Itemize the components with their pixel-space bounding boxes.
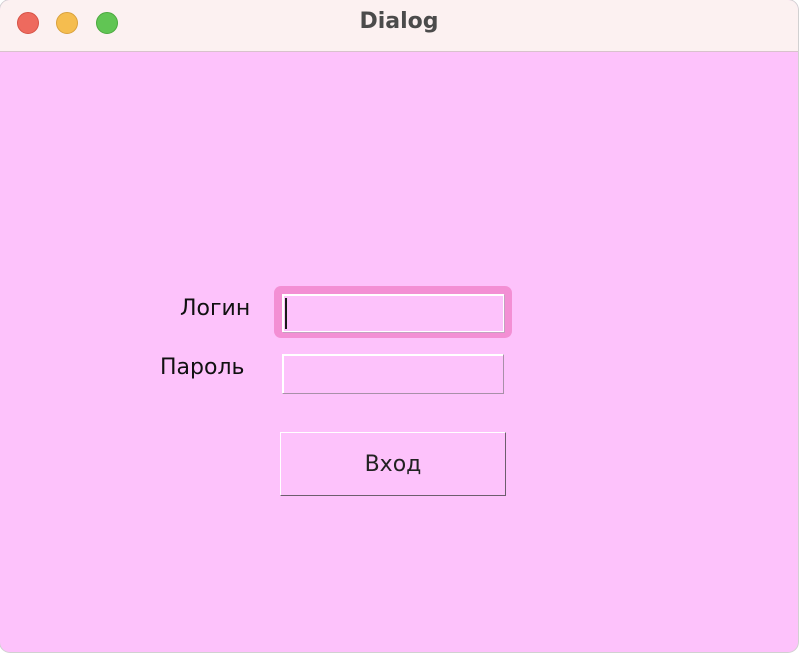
text-caret [285, 298, 287, 329]
login-label: Логин [180, 296, 251, 321]
password-label: Пароль [160, 355, 245, 380]
title-bar[interactable]: Dialog [0, 0, 798, 52]
dialog-content: Логин Пароль Вход [0, 52, 798, 652]
window-title: Dialog [359, 9, 439, 34]
login-input[interactable] [282, 294, 504, 332]
password-input[interactable] [282, 354, 504, 394]
dialog-window: Dialog Логин Пароль Вход [0, 0, 798, 652]
login-submit-button[interactable]: Вход [280, 432, 506, 496]
